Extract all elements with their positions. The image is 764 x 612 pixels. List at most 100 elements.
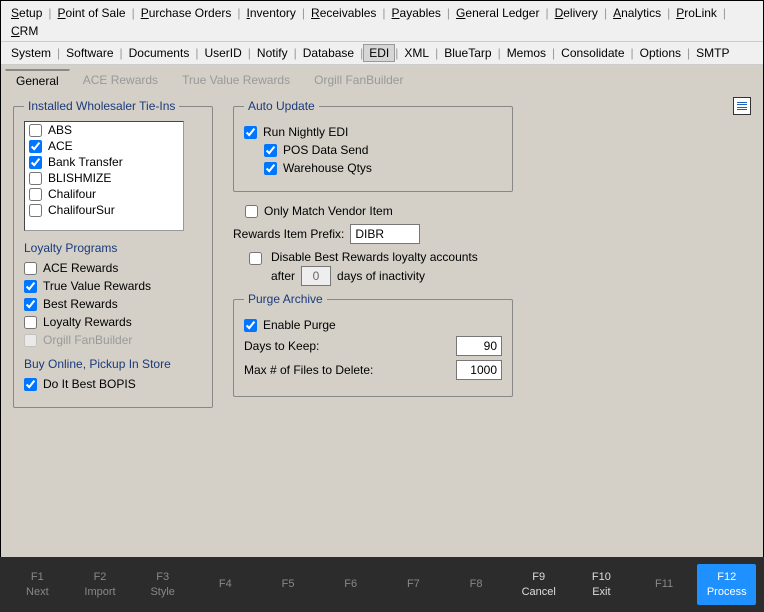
- bopis-checkbox[interactable]: [24, 378, 37, 391]
- pos-data-label: POS Data Send: [283, 143, 368, 157]
- menu-crm[interactable]: CRM: [5, 22, 44, 40]
- tieins-listbox[interactable]: ABSACEBank TransferBLISHMIZEChalifourCha…: [24, 121, 184, 231]
- content-area: Installed Wholesaler Tie-Ins ABSACEBank …: [1, 91, 763, 551]
- run-nightly-row[interactable]: Run Nightly EDI: [244, 125, 502, 139]
- loyalty-checkbox: [24, 334, 37, 347]
- menu-general-ledger[interactable]: General Ledger: [450, 4, 545, 22]
- loyalty-checkbox[interactable]: [24, 280, 37, 293]
- left-column: Installed Wholesaler Tie-Ins ABSACEBank …: [13, 99, 213, 543]
- fkey-f5[interactable]: F5: [259, 571, 318, 597]
- bopis-header: Buy Online, Pickup In Store: [24, 357, 202, 371]
- tab-general[interactable]: General: [5, 69, 70, 91]
- bopis-row[interactable]: Do It Best BOPIS: [24, 377, 202, 391]
- autoupdate-legend: Auto Update: [244, 99, 319, 113]
- tabbar: GeneralACE RewardsTrue Value RewardsOrgi…: [1, 65, 763, 91]
- loyalty-header: Loyalty Programs: [24, 241, 202, 255]
- right-column: Auto Update Run Nightly EDI POS Data Sen…: [233, 99, 513, 543]
- pos-data-row[interactable]: POS Data Send: [264, 143, 502, 157]
- only-match-row[interactable]: Only Match Vendor Item: [245, 204, 513, 218]
- pos-data-checkbox[interactable]: [264, 144, 277, 157]
- tiein-checkbox[interactable]: [29, 172, 42, 185]
- fkey-f6[interactable]: F6: [321, 571, 380, 597]
- menu-purchase-orders[interactable]: Purchase Orders: [135, 4, 238, 22]
- max-files-row: Max # of Files to Delete:: [244, 360, 502, 380]
- rewards-prefix-input[interactable]: [350, 224, 420, 244]
- menu-analytics[interactable]: Analytics: [607, 4, 667, 22]
- tiein-checkbox[interactable]: [29, 124, 42, 137]
- tiein-checkbox[interactable]: [29, 204, 42, 217]
- fkey-f3[interactable]: F3Style: [133, 564, 192, 605]
- run-nightly-checkbox[interactable]: [244, 126, 257, 139]
- tab-ace-rewards[interactable]: ACE Rewards: [72, 69, 169, 91]
- submenu-edi[interactable]: EDI: [363, 44, 395, 62]
- purge-legend: Purge Archive: [244, 292, 327, 306]
- submenu-options[interactable]: Options: [634, 44, 687, 62]
- menu-receivables[interactable]: Receivables: [305, 4, 382, 22]
- warehouse-row[interactable]: Warehouse Qtys: [264, 161, 502, 175]
- loyalty-true-value-rewards[interactable]: True Value Rewards: [24, 279, 202, 293]
- tiein-checkbox[interactable]: [29, 188, 42, 201]
- fkey-f10[interactable]: F10Exit: [572, 564, 631, 605]
- tab-true-value-rewards[interactable]: True Value Rewards: [171, 69, 301, 91]
- disable-rewards-checkbox[interactable]: [249, 252, 262, 265]
- menu-payables[interactable]: Payables: [386, 4, 447, 22]
- loyalty-checkbox[interactable]: [24, 316, 37, 329]
- submenu-consolidate[interactable]: Consolidate: [555, 44, 630, 62]
- tiein-chalifoursur[interactable]: ChalifourSur: [25, 202, 183, 218]
- submenu-smtp[interactable]: SMTP: [690, 44, 735, 62]
- run-nightly-label: Run Nightly EDI: [263, 125, 348, 139]
- rewards-prefix-row: Rewards Item Prefix:: [233, 224, 513, 244]
- options-icon[interactable]: [733, 97, 751, 115]
- submenu-userid[interactable]: UserID: [198, 44, 247, 62]
- loyalty-loyalty-rewards[interactable]: Loyalty Rewards: [24, 315, 202, 329]
- submenu-xml[interactable]: XML: [398, 44, 435, 62]
- submenu-documents[interactable]: Documents: [123, 44, 196, 62]
- enable-purge-checkbox[interactable]: [244, 319, 257, 332]
- max-files-input[interactable]: [456, 360, 502, 380]
- menu-inventory[interactable]: Inventory: [241, 4, 302, 22]
- submenu-notify[interactable]: Notify: [251, 44, 294, 62]
- tiein-checkbox[interactable]: [29, 156, 42, 169]
- tab-orgill-fanbuilder[interactable]: Orgill FanBuilder: [303, 69, 414, 91]
- loyalty-ace-rewards[interactable]: ACE Rewards: [24, 261, 202, 275]
- disable-rewards-text1: Disable Best Rewards loyalty accounts: [271, 250, 478, 264]
- fkey-f7[interactable]: F7: [384, 571, 443, 597]
- fkey-f1[interactable]: F1Next: [8, 564, 67, 605]
- tiein-chalifour[interactable]: Chalifour: [25, 186, 183, 202]
- disable-rewards-days-input[interactable]: [301, 266, 331, 286]
- purge-group: Purge Archive Enable Purge Days to Keep:…: [233, 292, 513, 397]
- tiein-ace[interactable]: ACE: [25, 138, 183, 154]
- loyalty-checkbox[interactable]: [24, 298, 37, 311]
- fkey-f4[interactable]: F4: [196, 571, 255, 597]
- submenu-system[interactable]: System: [5, 44, 57, 62]
- loyalty-best-rewards[interactable]: Best Rewards: [24, 297, 202, 311]
- menu-setup[interactable]: Setup: [5, 4, 48, 22]
- fkey-f12[interactable]: F12Process: [697, 564, 756, 605]
- tiein-abs[interactable]: ABS: [25, 122, 183, 138]
- tiein-checkbox[interactable]: [29, 140, 42, 153]
- tiein-blishmize[interactable]: BLISHMIZE: [25, 170, 183, 186]
- enable-purge-label: Enable Purge: [263, 318, 336, 332]
- fkey-f8[interactable]: F8: [447, 571, 506, 597]
- main-menubar: Setup|Point of Sale|Purchase Orders|Inve…: [1, 1, 763, 42]
- loyalty-checkbox[interactable]: [24, 262, 37, 275]
- menu-delivery[interactable]: Delivery: [549, 4, 604, 22]
- fkey-f9[interactable]: F9Cancel: [509, 564, 568, 605]
- fkey-f11[interactable]: F11: [635, 571, 694, 597]
- submenu-database[interactable]: Database: [297, 44, 360, 62]
- tiein-bank-transfer[interactable]: Bank Transfer: [25, 154, 183, 170]
- submenu-software[interactable]: Software: [60, 44, 119, 62]
- enable-purge-row[interactable]: Enable Purge: [244, 318, 502, 332]
- menu-prolink[interactable]: ProLink: [670, 4, 723, 22]
- max-files-label: Max # of Files to Delete:: [244, 363, 373, 377]
- disable-rewards-suffix: days of inactivity: [337, 269, 425, 283]
- autoupdate-group: Auto Update Run Nightly EDI POS Data Sen…: [233, 99, 513, 192]
- days-keep-input[interactable]: [456, 336, 502, 356]
- warehouse-checkbox[interactable]: [264, 162, 277, 175]
- submenu-bluetarp[interactable]: BlueTarp: [438, 44, 497, 62]
- submenu-memos[interactable]: Memos: [501, 44, 552, 62]
- only-match-checkbox[interactable]: [245, 205, 258, 218]
- fkey-f2[interactable]: F2Import: [71, 564, 130, 605]
- rewards-prefix-label: Rewards Item Prefix:: [233, 227, 344, 241]
- menu-point-of-sale[interactable]: Point of Sale: [52, 4, 132, 22]
